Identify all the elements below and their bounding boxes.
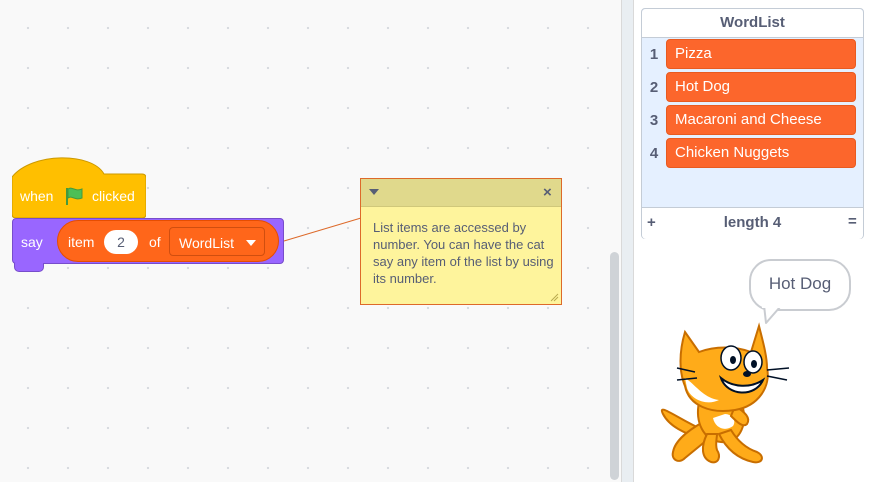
say-label: say bbox=[21, 234, 43, 250]
when-flag-clicked-block[interactable]: when clicked bbox=[12, 157, 146, 218]
list-monitor-title: WordList bbox=[642, 9, 863, 38]
comment-text[interactable]: List items are accessed by number. You c… bbox=[373, 219, 555, 287]
close-icon[interactable]: × bbox=[543, 184, 552, 201]
list-item: 3 Macaroni and Cheese bbox=[642, 105, 863, 135]
list-item: 1 Pizza bbox=[642, 39, 863, 69]
list-item-index: 2 bbox=[649, 79, 659, 96]
list-monitor[interactable]: WordList 1 Pizza 2 Hot Dog 3 Macaroni an… bbox=[641, 8, 864, 239]
list-item-index: 1 bbox=[649, 46, 659, 63]
say-block-notch bbox=[14, 263, 44, 272]
collapse-icon[interactable] bbox=[369, 189, 379, 195]
list-monitor-footer: + length 4 = bbox=[642, 207, 863, 239]
list-item-value[interactable]: Hot Dog bbox=[666, 72, 856, 102]
list-item-value[interactable]: Macaroni and Cheese bbox=[666, 105, 856, 135]
list-length-label: length 4 bbox=[723, 214, 782, 231]
chevron-down-icon bbox=[246, 240, 256, 246]
list-item: 4 Chicken Nuggets bbox=[642, 138, 863, 168]
when-label: when bbox=[20, 188, 54, 204]
cat-sprite-icon[interactable] bbox=[655, 322, 795, 472]
list-item-value[interactable]: Pizza bbox=[666, 39, 856, 69]
resize-handle-icon[interactable]: = bbox=[848, 213, 857, 230]
comment-top-bar[interactable]: × bbox=[361, 179, 561, 207]
item-of-list-reporter[interactable]: item 2 of WordList bbox=[57, 220, 279, 262]
list-dropdown-label: WordList bbox=[179, 235, 234, 251]
item-index-input[interactable]: 2 bbox=[104, 230, 138, 254]
speech-bubble: Hot Dog bbox=[749, 259, 851, 311]
list-item: 2 Hot Dog bbox=[642, 72, 863, 102]
item-label: item bbox=[68, 234, 95, 250]
resize-handle-icon[interactable] bbox=[549, 292, 559, 302]
list-item-index: 3 bbox=[649, 112, 659, 129]
list-item-value[interactable]: Chicken Nuggets bbox=[666, 138, 856, 168]
list-item-index: 4 bbox=[649, 145, 659, 162]
list-dropdown[interactable]: WordList bbox=[169, 227, 265, 256]
workspace-comment[interactable]: × List items are accessed by number. You… bbox=[360, 178, 562, 305]
clicked-label: clicked bbox=[92, 188, 135, 204]
of-label: of bbox=[149, 234, 161, 250]
